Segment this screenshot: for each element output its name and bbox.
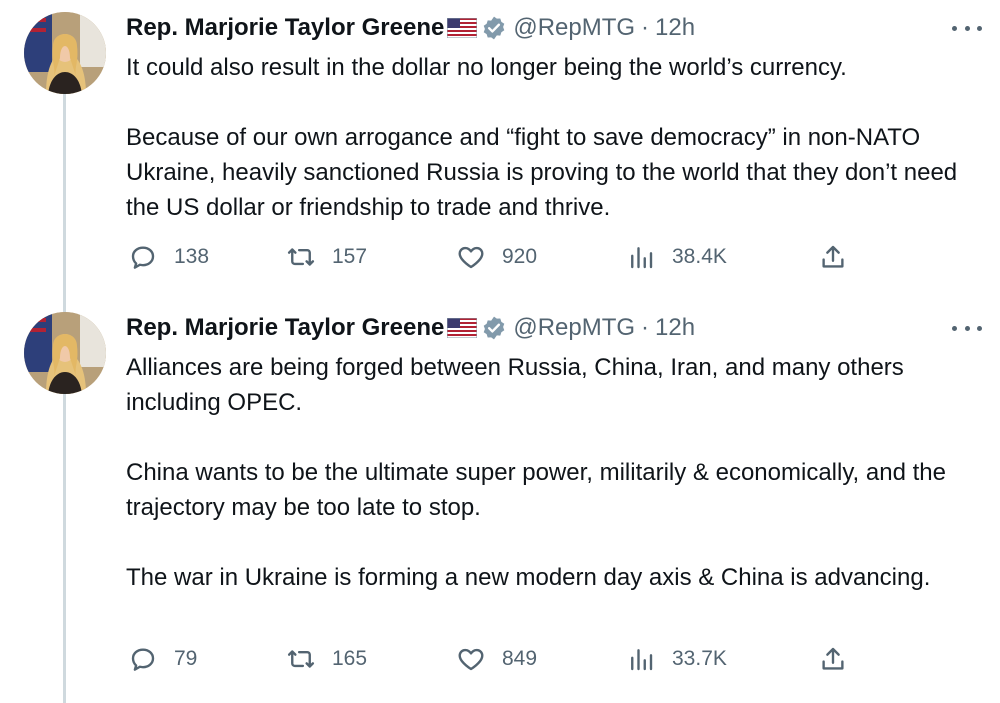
timestamp[interactable]: 12h [655, 14, 695, 42]
tweet-paragraph: The war in Ukraine is forming a new mode… [126, 564, 931, 591]
retweet-icon [287, 248, 315, 266]
tweet-paragraph: Because of our own arrogance and “fight … [126, 124, 958, 221]
tweet-actions: 79 165 849 33.7K [128, 644, 868, 674]
share-button[interactable] [818, 644, 848, 674]
reply-count: 138 [174, 245, 210, 268]
author-name[interactable]: Rep. Marjorie Taylor Greene [126, 314, 444, 342]
views-button[interactable]: 33.7K [626, 644, 727, 674]
like-button[interactable]: 920 [456, 242, 537, 272]
reply-count: 79 [174, 647, 198, 670]
heart-icon [458, 246, 484, 269]
author-handle[interactable]: @RepMTG [513, 314, 635, 342]
share-icon [822, 647, 844, 670]
retweet-count: 165 [332, 647, 368, 670]
timestamp[interactable]: 12h [655, 314, 695, 342]
like-button[interactable]: 849 [456, 644, 537, 674]
avatar[interactable] [24, 12, 106, 94]
us-flag-icon [447, 318, 478, 338]
heart-icon [458, 648, 484, 671]
reply-button[interactable]: 79 [128, 644, 197, 674]
views-count: 33.7K [672, 647, 727, 670]
avatar[interactable] [24, 312, 106, 394]
tweet[interactable]: Rep. Marjorie Taylor Greene @RepMTG · 12… [0, 310, 1000, 703]
tweet-text: Alliances are being forged between Russi… [126, 350, 992, 595]
tweet-paragraph: China wants to be the ultimate super pow… [126, 459, 946, 521]
views-count: 38.4K [672, 245, 727, 268]
retweet-button[interactable]: 165 [286, 644, 367, 674]
tweet-header: Rep. Marjorie Taylor Greene @RepMTG · 12… [126, 10, 695, 46]
verified-badge-icon [481, 15, 507, 41]
more-options-icon[interactable] [952, 318, 982, 338]
tweet[interactable]: Rep. Marjorie Taylor Greene @RepMTG · 12… [0, 10, 1000, 300]
author-handle[interactable]: @RepMTG [513, 14, 635, 42]
avatar-image [24, 12, 106, 94]
reply-icon [131, 648, 155, 671]
tweet-actions: 138 157 920 38.4K [128, 242, 868, 272]
separator-dot: · [641, 314, 650, 341]
retweet-icon [287, 650, 315, 668]
tweet-paragraph: It could also result in the dollar no lo… [126, 54, 847, 81]
author-name[interactable]: Rep. Marjorie Taylor Greene [126, 14, 444, 42]
verified-badge-icon [481, 315, 507, 341]
share-button[interactable] [818, 242, 848, 272]
more-options-icon[interactable] [952, 18, 982, 38]
tweet-paragraph: Alliances are being forged between Russi… [126, 354, 904, 416]
retweet-button[interactable]: 157 [286, 242, 367, 272]
like-count: 849 [502, 647, 538, 670]
tweet-header: Rep. Marjorie Taylor Greene @RepMTG · 12… [126, 310, 695, 346]
reply-button[interactable]: 138 [128, 242, 209, 272]
reply-icon [131, 246, 155, 269]
retweet-count: 157 [332, 245, 368, 268]
like-count: 920 [502, 245, 538, 268]
views-button[interactable]: 38.4K [626, 242, 727, 272]
us-flag-icon [447, 18, 478, 38]
share-icon [822, 245, 844, 268]
separator-dot: · [641, 14, 650, 41]
avatar-image [24, 312, 106, 394]
views-chart-icon [631, 247, 653, 269]
tweet-text: It could also result in the dollar no lo… [126, 50, 992, 225]
views-chart-icon [631, 649, 653, 671]
